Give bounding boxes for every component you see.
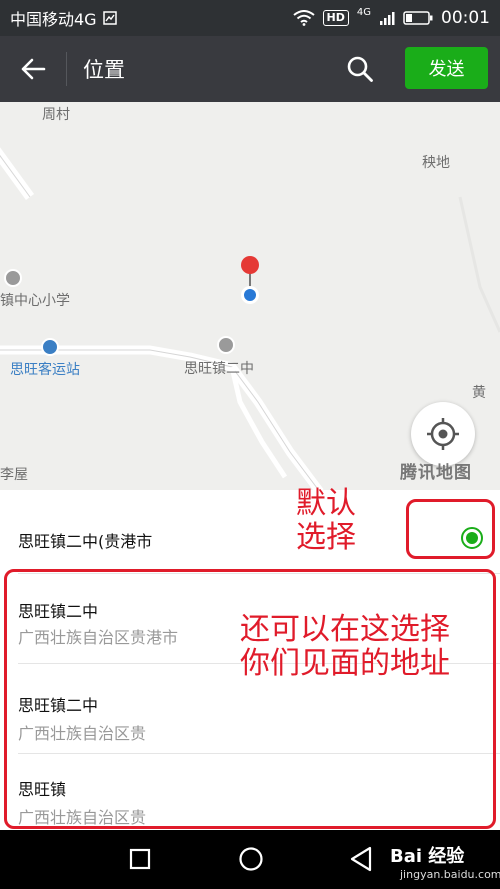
wifi-icon — [292, 10, 315, 26]
signal-icon — [380, 12, 395, 25]
recents-button[interactable] — [125, 844, 155, 874]
clock: 00:01 — [441, 8, 490, 28]
send-button[interactable]: 发送 — [405, 47, 488, 89]
annotation-default-select: 默认选择 — [296, 486, 356, 555]
top-bar: 位置 发送 — [0, 36, 500, 102]
status-bar: 中国移动4G HD 4G 00:01 — [0, 0, 500, 36]
back-nav-button[interactable] — [346, 844, 376, 874]
page-title: 位置 — [83, 58, 125, 82]
network-badge: 4G — [356, 6, 371, 18]
watermark-url: jingyan.baidu.com — [400, 868, 500, 881]
carrier-label: 中国移动4G — [10, 10, 97, 29]
arrow-left-icon — [21, 58, 46, 80]
watermark-brand: Bai 经验 — [390, 846, 465, 867]
battery-icon — [403, 11, 433, 25]
map-label-station: 思旺客运站 — [10, 362, 80, 378]
square-icon — [129, 848, 151, 870]
back-button[interactable] — [0, 36, 66, 102]
map-label-middle-school: 思旺镇二中 — [184, 361, 254, 377]
list-item-title: 思旺镇二中(贵港市 — [18, 532, 153, 551]
map-provider-logo: 腾讯地图 — [400, 463, 472, 483]
middle-school-poi-icon[interactable] — [217, 336, 235, 354]
annotation-box-default — [406, 499, 495, 559]
triangle-back-icon — [350, 846, 372, 872]
bus-station-poi-icon[interactable] — [41, 338, 59, 356]
circle-icon — [239, 847, 263, 871]
map-label-lizhu: 李屋 — [0, 467, 28, 483]
map-label-zhoucun: 周村 — [42, 107, 70, 123]
school-poi-icon[interactable] — [4, 269, 22, 287]
header-divider — [66, 52, 67, 86]
annotation-box-list — [4, 569, 496, 829]
locate-me-button[interactable] — [411, 402, 475, 466]
map-label-yangdi: 秧地 — [422, 155, 450, 171]
search-icon — [347, 56, 373, 82]
annotation-choose-place: 还可以在这选择你们见面的地址 — [240, 612, 450, 681]
image-notification-icon — [102, 11, 117, 25]
home-button[interactable] — [236, 844, 266, 874]
hd-badge: HD — [322, 10, 349, 26]
map-label-school: 镇中心小学 — [0, 293, 70, 309]
map-label-huang: 黄 — [472, 385, 486, 401]
search-button[interactable] — [340, 49, 380, 89]
crosshair-icon — [427, 418, 459, 450]
location-pin-icon — [241, 256, 259, 304]
